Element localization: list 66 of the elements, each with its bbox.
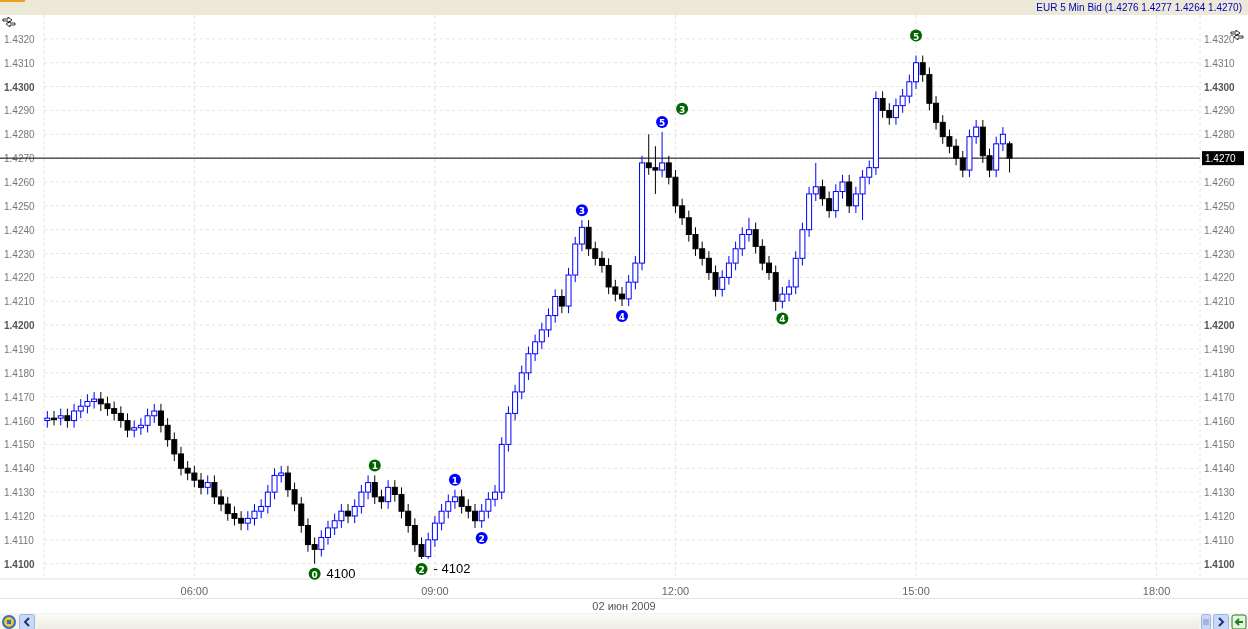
wave-label: 1 — [368, 459, 381, 472]
axis-label: 1.4290 — [4, 105, 35, 117]
axis-label: 1.4220 — [4, 272, 35, 284]
axis-label: 1.4180 — [4, 367, 35, 379]
axis-label: 1.4160 — [4, 415, 35, 427]
axis-label: 1.4180 — [1204, 367, 1235, 379]
axis-label: 1.4170 — [1204, 391, 1235, 403]
axis-label: 1.4260 — [4, 177, 35, 188]
axis-label: 1.4100 — [1204, 558, 1235, 570]
axis-label: 1.4250 — [4, 200, 35, 212]
axis-label: 1.4300 — [1204, 81, 1235, 93]
axis-label: 1.4310 — [1204, 57, 1235, 69]
axis-label: 1.4150 — [1204, 439, 1235, 451]
axis-label: 1.4290 — [1204, 105, 1235, 117]
wave-label: 3 — [575, 204, 588, 217]
wave-label: 1 — [448, 473, 461, 486]
wave-label: 4 — [616, 310, 628, 323]
axis-label: 1.4190 — [4, 344, 35, 355]
axis-label: 1.4150 — [4, 439, 35, 451]
axis-label: 12:00 — [661, 585, 690, 597]
axis-label: 1.4110 — [1204, 534, 1234, 546]
wave-label: 2 — [475, 531, 488, 544]
axis-label: 1.4240 — [1204, 224, 1235, 236]
axis-label: 1.4230 — [1204, 248, 1235, 260]
wave-label: 4 — [776, 312, 789, 325]
axis-label: 1.4210 — [1204, 296, 1235, 308]
date-label: 02 июн 2009 — [592, 600, 656, 612]
axis-label: 1.4200 — [1204, 320, 1235, 332]
wave-label: 2 — [415, 562, 428, 575]
axis-label: 1.4220 — [1204, 272, 1235, 284]
price-label: 1.4270 — [1202, 151, 1244, 166]
wave-label: 5 — [910, 29, 922, 42]
chart-title: EUR 5 Min Bid (1.4276 1.4277 1.4264 1.4270) — [1036, 2, 1243, 13]
axis-label: 1.4130 — [4, 487, 35, 499]
axis-label: 1.4170 — [4, 391, 35, 403]
axis-label: 1.4140 — [1204, 463, 1235, 475]
axis-label: 06:00 — [180, 585, 209, 597]
axis-label: 1.4130 — [1204, 487, 1235, 499]
axis-label: 1.4250 — [1204, 200, 1235, 212]
axis-label: 1.4240 — [4, 224, 35, 236]
wave-label: 5 — [656, 115, 669, 128]
axis-label: 1.4200 — [4, 320, 35, 332]
axis-label: 1.4160 — [1204, 415, 1235, 427]
axis-label: 1.4320 — [4, 33, 35, 45]
axis-label: 1.4210 — [4, 296, 35, 308]
axis-label: 1.4320 — [1204, 33, 1235, 45]
axis-label: 18:00 — [1142, 585, 1171, 597]
axis-label: 1.4120 — [4, 510, 35, 522]
axis-label: 1.4120 — [1204, 510, 1235, 522]
axis-label: 15:00 — [902, 585, 930, 597]
y-tick-label: 1.4270 — [1205, 153, 1237, 165]
wave-label: 3 — [676, 102, 689, 115]
axis-label: 1.4140 — [4, 463, 35, 475]
wave-label: 0 — [308, 567, 321, 580]
axis-label: 1.4300 — [4, 81, 35, 93]
axis-label: 1.4260 — [1204, 177, 1235, 188]
axis-label: 1.4280 — [1204, 129, 1235, 141]
axis-label: 1.4100 — [4, 558, 35, 570]
annotation-text: 4100 — [326, 565, 356, 581]
axis-label: 09:00 — [421, 585, 449, 597]
axis-label: 1.4280 — [4, 129, 35, 141]
axis-label: 1.4110 — [4, 534, 34, 546]
axis-label: 1.4190 — [1204, 344, 1235, 355]
annotation-text: - 4102 — [433, 560, 471, 576]
axis-label: 1.4230 — [4, 248, 35, 260]
axis-label: 1.4310 — [4, 57, 35, 69]
